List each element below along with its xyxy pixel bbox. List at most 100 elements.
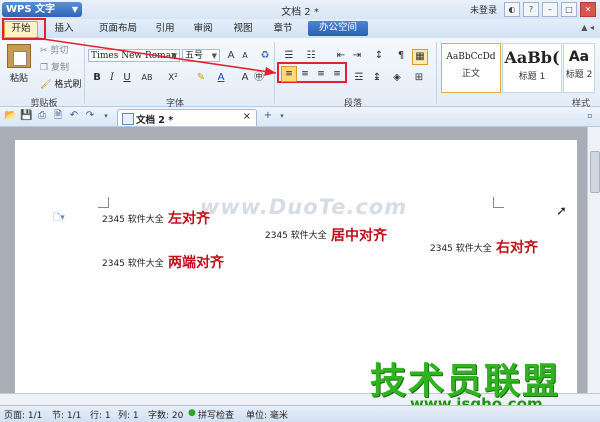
help-icon[interactable]: ? [523, 2, 539, 17]
minimize-button[interactable]: – [542, 2, 558, 17]
format-painter-button[interactable]: 🖌 格式刷 [40, 77, 81, 90]
divider [84, 42, 85, 104]
ribbon-collapse-icon[interactable]: ▲ ◂ [581, 23, 594, 32]
close-button[interactable]: ✕ [580, 2, 596, 17]
strikethrough-icon[interactable]: AB [140, 71, 154, 85]
border-icon[interactable]: ⊞ [412, 71, 426, 85]
chevron-down-icon[interactable]: ▾ [276, 110, 288, 122]
style-preview: AaBbCcDd [446, 52, 496, 62]
maximize-button[interactable]: □ [561, 2, 577, 17]
char-shading-icon[interactable]: A [238, 71, 252, 85]
grow-font-icon[interactable]: A [224, 49, 238, 63]
status-spellcheck[interactable]: 拼写检查 [198, 408, 234, 421]
tab-references[interactable]: 引用 [150, 22, 180, 36]
tab-review[interactable]: 审阅 [188, 22, 218, 36]
close-icon[interactable]: × [243, 111, 251, 122]
chevron-down-icon: ▼ [211, 52, 217, 60]
document-icon [122, 113, 134, 125]
redo-icon[interactable]: ↷ [84, 110, 96, 122]
copy-icon: ❐ [40, 63, 49, 73]
center-aligned-text: 居中对齐 [331, 228, 387, 244]
align-right-icon[interactable]: ≡ [313, 66, 329, 82]
enclose-char-icon[interactable]: ㊥ [252, 71, 266, 85]
numbered-list-icon[interactable]: ☷ [304, 49, 318, 63]
cut-label: 剪切 [50, 46, 69, 56]
paste-label: 粘贴 [9, 74, 28, 84]
copy-button[interactable]: ❐ 复制 [40, 60, 69, 73]
sort-icon[interactable]: ↕ [372, 49, 386, 63]
highlight-icon[interactable]: ✎ [194, 71, 208, 85]
align-center-icon[interactable]: ≡ [297, 66, 313, 82]
paste-button[interactable]: 粘贴 [6, 42, 32, 90]
font-color-icon[interactable]: A [214, 71, 228, 85]
italic-icon[interactable]: I [105, 71, 119, 85]
scissors-icon: ✂ [40, 46, 48, 56]
shading-icon[interactable]: ◈ [390, 71, 404, 85]
chevron-down-icon: ▼ [171, 52, 177, 60]
vertical-scrollbar[interactable] [587, 127, 600, 393]
document-tab[interactable]: 文档 2 * × [117, 109, 257, 126]
align-justify-icon[interactable]: ≡ [329, 66, 345, 82]
margin-mark [98, 197, 109, 208]
tab-view[interactable]: 视图 [228, 22, 258, 36]
tab-insert[interactable]: 插入 [48, 22, 80, 36]
tab-office-space[interactable]: 办公空间 [308, 21, 368, 36]
brush-icon: 🖌 [40, 80, 52, 90]
style-label: 标题 2 [565, 70, 593, 80]
restore-icon[interactable]: ▫ [584, 110, 596, 122]
distributed-icon[interactable]: ☲ [352, 71, 366, 85]
decrease-indent-icon[interactable]: ⇤ [334, 49, 348, 63]
right-aligned-label: 2345 软件大全 [430, 244, 492, 254]
spellcheck-icon: ● [188, 408, 196, 418]
copy-label: 复制 [50, 63, 69, 73]
left-aligned-text: 左对齐 [168, 211, 210, 227]
right-aligned-text: 右对齐 [496, 240, 538, 256]
shrink-font-icon[interactable]: A [238, 49, 252, 63]
justify-aligned-label: 2345 软件大全 [102, 259, 164, 269]
customize-icon[interactable]: ▾ [100, 110, 112, 122]
status-col: 列: 1 [118, 411, 139, 421]
print-preview-icon[interactable]: 🗎 [52, 110, 64, 122]
font-name-select[interactable]: Times New Roman ▼ [88, 49, 180, 62]
divider [274, 42, 275, 104]
document-tab-label: 文档 2 * [136, 115, 174, 126]
paste-icon [7, 44, 31, 68]
cut-button[interactable]: ✂ 剪切 [40, 43, 68, 56]
increase-indent-icon[interactable]: ⇥ [350, 49, 364, 63]
open-icon[interactable]: 📂 [4, 110, 16, 122]
style-heading-1[interactable]: AaBb( 标题 1 [502, 43, 562, 93]
bullet-list-icon[interactable]: ☰ [282, 49, 296, 63]
status-bar: 页面: 1/1 节: 1/1 行: 1 列: 1 字数: 20 ● 拼写检查 单… [0, 405, 600, 422]
skin-icon[interactable]: ◐ [504, 2, 520, 17]
left-aligned-label: 2345 软件大全 [102, 215, 164, 225]
underline-icon[interactable]: U [120, 71, 134, 85]
table-icon[interactable]: ▦ [412, 49, 428, 65]
status-section: 节: 1/1 [52, 411, 82, 421]
ribbon-tabs: 开始 插入 页面布局 引用 审阅 视图 章节 办公空间 ▲ ◂ [0, 19, 600, 38]
bold-icon[interactable]: B [90, 71, 104, 85]
divider [436, 42, 437, 104]
undo-icon[interactable]: ↶ [68, 110, 80, 122]
new-tab-icon[interactable]: + [262, 110, 274, 122]
format-painter-label: 格式刷 [54, 80, 82, 90]
margin-mark [493, 197, 504, 208]
superscript-icon[interactable]: X² [166, 71, 180, 85]
justify-aligned-text: 两端对齐 [168, 255, 224, 271]
tab-page-layout[interactable]: 页面布局 [92, 22, 144, 36]
style-heading-2[interactable]: Aa 标题 2 [563, 43, 595, 93]
show-marks-icon[interactable]: ¶ [394, 49, 408, 63]
save-icon[interactable]: 💾 [20, 110, 32, 122]
style-normal[interactable]: AaBbCcDd 正文 [441, 43, 501, 93]
login-status[interactable]: 未登录 [470, 3, 497, 16]
phonetic-icon[interactable]: ♻ [258, 49, 272, 63]
align-left-icon[interactable]: ≡ [281, 66, 297, 82]
tab-home[interactable]: 开始 [4, 21, 38, 38]
tab-chapter[interactable]: 章节 [268, 22, 298, 36]
scrollbar-thumb[interactable] [590, 151, 600, 193]
line-spacing-icon[interactable]: ↨ [370, 71, 384, 85]
font-size-select[interactable]: 五号 ▼ [182, 49, 220, 62]
paragraph-handle-icon[interactable]: 🗋▾ [53, 210, 65, 226]
status-unit[interactable]: 单位: 毫米 [246, 408, 288, 421]
font-size-value: 五号 [185, 51, 204, 61]
print-icon[interactable]: ⎙ [36, 110, 48, 122]
